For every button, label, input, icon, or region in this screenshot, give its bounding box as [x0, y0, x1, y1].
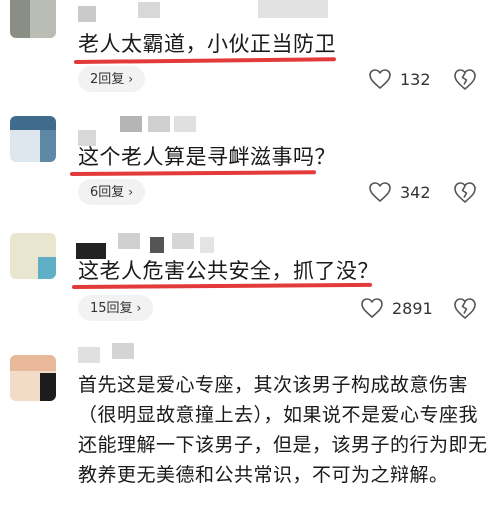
- comment-text: 这个老人算是寻衅滋事吗？: [78, 145, 336, 169]
- like-button[interactable]: 132: [368, 67, 431, 91]
- comment-1: 老人太霸道，小伙正当防卫 2回复 › 132: [0, 0, 500, 110]
- comment-text: 老人太霸道，小伙正当防卫: [78, 32, 336, 56]
- heart-outline-icon: [361, 298, 383, 318]
- username-blurred: [118, 233, 140, 249]
- comment-text: 这老人危害公共安全，抓了没？: [78, 259, 379, 283]
- like-count: 2891: [392, 298, 433, 318]
- username-blurred: [112, 343, 134, 359]
- replies-label: 6回复: [90, 185, 125, 200]
- highlight-underline: [73, 57, 337, 64]
- username-blurred: [148, 116, 170, 132]
- chevron-right-icon: ›: [136, 301, 142, 315]
- broken-heart-icon[interactable]: [452, 295, 478, 321]
- username-blurred: [150, 237, 164, 253]
- broken-heart-icon[interactable]: [452, 179, 478, 205]
- username-blurred: [120, 116, 142, 132]
- highlight-underline: [69, 170, 317, 176]
- comment-2: 这个老人算是寻衅滋事吗？ 6回复 › 342: [0, 110, 500, 225]
- replies-label: 15回复: [90, 301, 133, 316]
- chevron-right-icon: ›: [128, 72, 134, 86]
- replies-button[interactable]: 6回复 ›: [78, 179, 146, 205]
- broken-heart-icon[interactable]: [452, 66, 478, 92]
- like-count: 342: [400, 182, 431, 202]
- avatar[interactable]: [10, 355, 56, 401]
- avatar[interactable]: [10, 116, 56, 162]
- avatar[interactable]: [10, 233, 56, 279]
- replies-button[interactable]: 15回复 ›: [78, 295, 154, 321]
- username-blurred: [200, 237, 214, 253]
- avatar[interactable]: [10, 0, 56, 38]
- like-count: 132: [400, 69, 431, 89]
- replies-label: 2回复: [90, 72, 125, 87]
- username-blurred: [258, 0, 328, 18]
- like-button[interactable]: 342: [368, 180, 431, 204]
- username-blurred: [78, 6, 96, 22]
- like-button[interactable]: 2891: [360, 296, 433, 320]
- username-blurred: [78, 347, 100, 363]
- username-blurred: [174, 116, 196, 132]
- heart-outline-icon: [369, 182, 391, 202]
- highlight-underline: [71, 282, 373, 289]
- heart-outline-icon: [369, 69, 391, 89]
- username-blurred: [172, 233, 194, 249]
- comment-3: 这老人危害公共安全，抓了没？ 15回复 › 2891: [0, 225, 500, 335]
- username-blurred: [138, 2, 160, 18]
- comment-text: 首先这是爱心专座，其次该男子构成故意伤害（很明显故意撞上去），如果说不是爱心专座…: [78, 374, 488, 486]
- chevron-right-icon: ›: [128, 185, 134, 199]
- replies-button[interactable]: 2回复 ›: [78, 66, 146, 92]
